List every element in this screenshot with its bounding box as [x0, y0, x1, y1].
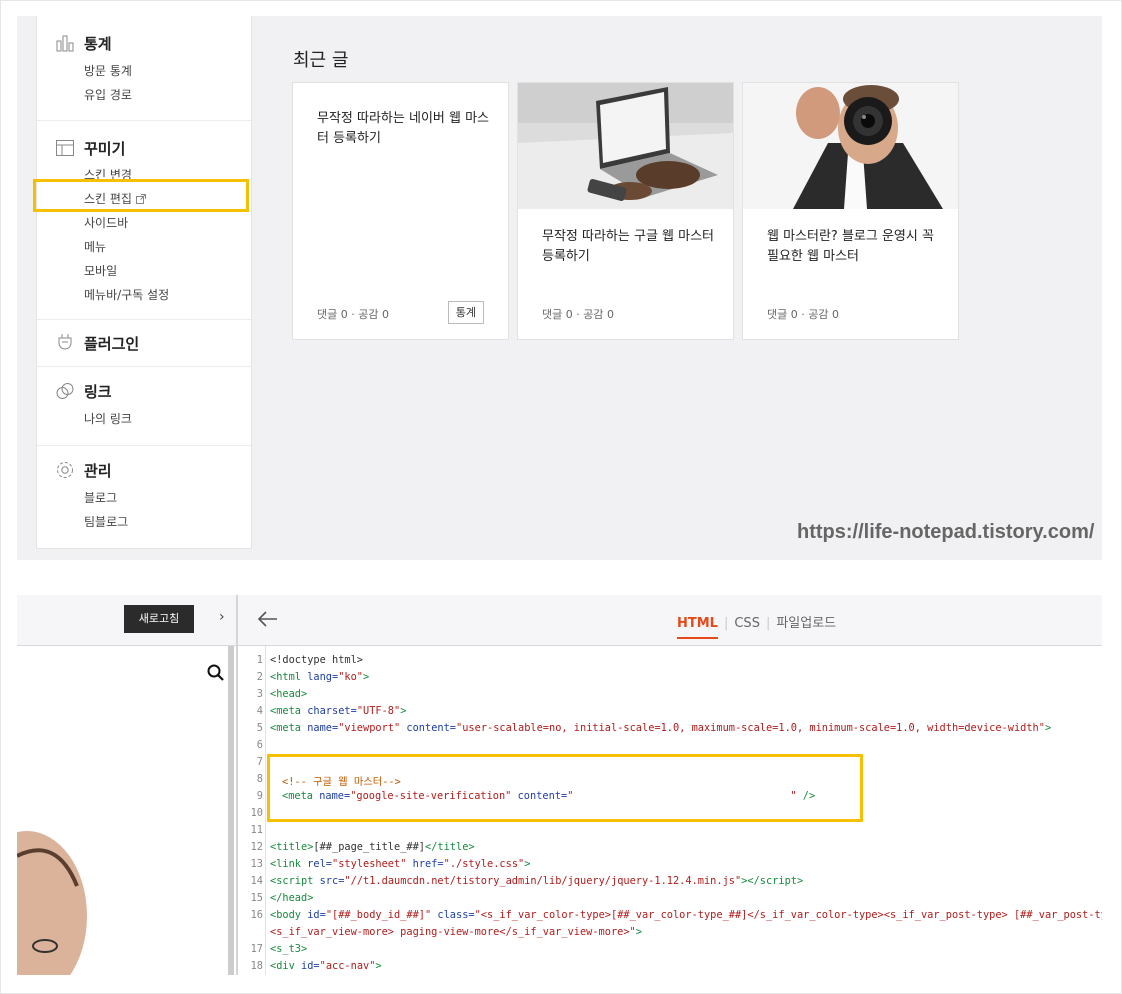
- code-line: <head>: [270, 688, 308, 700]
- line-number: 12: [250, 841, 263, 853]
- sidebar-item-my-link[interactable]: 나의 링크: [84, 410, 132, 427]
- line-number: 15: [250, 892, 263, 904]
- post-meta: 댓글 0 · 공감 0: [542, 308, 614, 321]
- sidebar-title-plugin[interactable]: 플러그인: [84, 333, 139, 354]
- line-number: 18: [250, 960, 263, 972]
- sidebar-item-team-blog[interactable]: 팀블로그: [84, 513, 128, 530]
- sidebar-item-visit-stats[interactable]: 방문 통계: [84, 62, 132, 79]
- tab-css[interactable]: CSS: [734, 616, 760, 631]
- code-line: <html lang="ko">: [270, 671, 370, 683]
- post-title[interactable]: 무작정 따라하는 네이버 웹 마스터 등록하기: [317, 109, 492, 149]
- preview-scrollbar[interactable]: [228, 646, 234, 975]
- code-line: <s_if_var_view-more> paging-view-more</s…: [270, 926, 642, 938]
- code-line: <link rel="stylesheet" href="./style.css…: [270, 858, 531, 870]
- sidebar-title-stats[interactable]: 통계: [84, 33, 112, 54]
- line-number: 5: [256, 722, 263, 734]
- gear-icon: [57, 462, 73, 478]
- code-line: <s_t3>: [270, 943, 308, 955]
- plug-icon: [58, 334, 72, 350]
- line-number: 6: [256, 739, 263, 751]
- line-number: 10: [250, 807, 263, 819]
- code-line: <title>[##_page_title_##]</title>: [270, 841, 475, 853]
- post-card[interactable]: 웹 마스터란? 블로그 운영시 꼭 필요한 웹 마스터 댓글 0 · 공감 0: [742, 82, 959, 340]
- search-icon[interactable]: [207, 664, 225, 682]
- post-card[interactable]: 무작정 따라하는 구글 웹 마스터 등록하기 댓글 0 · 공감 0: [517, 82, 734, 340]
- line-number-gutter: 1 2 3 4 5 6 7 8 9 10 11 12 13 14 15 16 1…: [238, 646, 266, 975]
- blog-preview: [17, 646, 236, 975]
- sidebar-title-manage[interactable]: 관리: [84, 460, 112, 481]
- line-number: 13: [250, 858, 263, 870]
- chevron-right-icon[interactable]: ›: [219, 609, 225, 625]
- admin-sidebar: 통계 방문 통계 유입 경로 꾸미기 스킨 변경 스킨 편집 사이드바 메뉴 모…: [36, 16, 252, 549]
- sidebar-section-link: 링크 나의 링크: [37, 367, 251, 446]
- sidebar-section-stats: 통계 방문 통계 유입 경로: [37, 16, 251, 121]
- sidebar-item-blog[interactable]: 블로그: [84, 489, 117, 506]
- chart-icon: [56, 35, 74, 52]
- post-meta: 댓글 0 · 공감 0: [767, 308, 839, 321]
- line-number: 11: [250, 824, 263, 836]
- sidebar-item-inflow[interactable]: 유입 경로: [84, 86, 132, 103]
- editor-tabs: HTML | CSS | 파일업로드: [677, 612, 836, 639]
- sidebar-title-decorate[interactable]: 꾸미기: [84, 138, 125, 159]
- post-meta: 댓글 0 · 공감 0: [317, 308, 389, 321]
- sidebar-item-mobile[interactable]: 모바일: [84, 262, 117, 279]
- sidebar-section-decorate: 꾸미기 스킨 변경 스킨 편집 사이드바 메뉴 모바일 메뉴바/구독 설정: [37, 121, 251, 320]
- post-title[interactable]: 무작정 따라하는 구글 웹 마스터 등록하기: [542, 227, 717, 267]
- line-number: 8: [256, 773, 263, 785]
- line-number: 9: [256, 790, 263, 802]
- line-number: 17: [250, 943, 263, 955]
- code-line: </head>: [270, 892, 314, 904]
- line-number: 16: [250, 909, 263, 921]
- sidebar-section-plugin: 플러그인: [37, 320, 251, 367]
- back-arrow-icon[interactable]: [257, 610, 279, 628]
- post-thumbnail-man-camera: [743, 83, 958, 209]
- blog-url-watermark: https://life-notepad.tistory.com/: [797, 521, 1095, 543]
- code-line: <div id="acc-nav">: [270, 960, 382, 972]
- editor-toolbar: 새로고침 › HTML | CSS | 파일업로드: [17, 595, 1102, 646]
- sidebar-item-sidebar[interactable]: 사이드바: [84, 214, 128, 231]
- skin-edit-highlight: [33, 179, 249, 212]
- sidebar-title-link[interactable]: 링크: [84, 381, 112, 402]
- recent-posts-title: 최근 글: [293, 50, 349, 71]
- post-thumbnail-laptop: [518, 83, 733, 209]
- line-number: 1: [256, 654, 263, 666]
- blog-admin-panel: 통계 방문 통계 유입 경로 꾸미기 스킨 변경 스킨 편집 사이드바 메뉴 모…: [17, 16, 1102, 560]
- line-number: 2: [256, 671, 263, 683]
- post-title[interactable]: 웹 마스터란? 블로그 운영시 꼭 필요한 웹 마스터: [767, 227, 942, 267]
- verification-highlight: [267, 754, 863, 822]
- tab-html[interactable]: HTML: [677, 616, 718, 639]
- sidebar-item-menubar[interactable]: 메뉴바/구독 설정: [84, 286, 169, 303]
- line-number: 7: [256, 756, 263, 768]
- layout-icon: [56, 140, 74, 156]
- tab-file-upload[interactable]: 파일업로드: [776, 616, 836, 631]
- code-line: <meta charset="UTF-8">: [270, 705, 407, 717]
- skin-editor-panel: 새로고침 › HTML | CSS | 파일업로드 1 2 3 4 5 6 7 8 9 …: [17, 595, 1102, 975]
- line-number: 3: [256, 688, 263, 700]
- preview-face-image: [17, 831, 87, 975]
- code-line: <!doctype html>: [270, 654, 363, 666]
- refresh-button[interactable]: 새로고침: [124, 605, 194, 633]
- code-line: <meta name="viewport" content="user-scal…: [270, 722, 1052, 734]
- sidebar-item-menu[interactable]: 메뉴: [84, 238, 106, 255]
- stats-button[interactable]: 통계: [447, 301, 484, 324]
- post-card[interactable]: 무작정 따라하는 네이버 웹 마스터 등록하기 댓글 0 · 공감 0 통계: [292, 82, 509, 340]
- line-number: 14: [250, 875, 263, 887]
- sidebar-section-manage: 관리 블로그 팀블로그: [37, 446, 251, 546]
- code-line: <body id="[##_body_id_##]" class="<s_if_…: [270, 909, 1102, 921]
- line-number: 4: [256, 705, 263, 717]
- code-line: <script src="//t1.daumcdn.net/tistory_ad…: [270, 875, 804, 887]
- link-icon: [56, 383, 74, 399]
